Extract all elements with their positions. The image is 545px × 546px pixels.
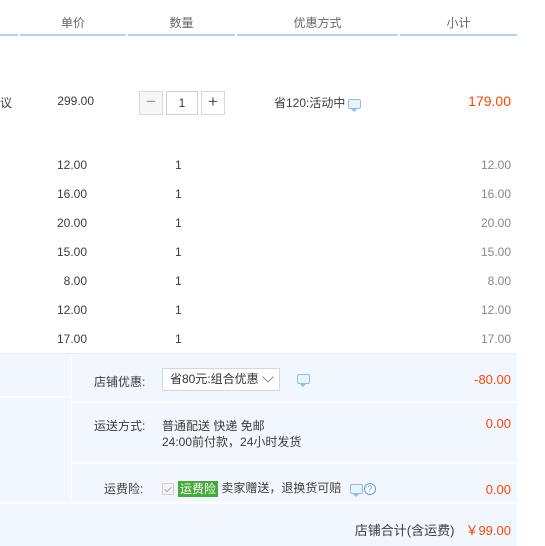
bundle-item-subtotal: 20.00 [480,216,511,230]
quantity-stepper: − 1 + [139,91,225,115]
insurance-text: 卖家赠送，退换货可赔 [221,481,342,495]
insurance-badge: 运费险 [178,480,219,497]
panel-divider [71,462,517,464]
bundle-item-row: 15.00 1 15.00 [0,242,517,262]
bundle-item-row: 12.00 1 12.00 [0,155,517,175]
message-icon[interactable] [349,483,363,497]
bundle-item-row: 20.00 1 20.00 [0,213,517,233]
chevron-down-icon [262,371,274,383]
shop-discount-selected: 省80元:组合优惠 [170,372,259,386]
shop-discount-amount: -80.00 [474,372,511,387]
header-quantity-label: 数量 [169,16,194,30]
bundle-item-row: 12.00 1 12.00 [0,300,517,320]
bundle-item-quantity: 1 [175,274,182,288]
item-name-fragment[interactable]: 议 [0,94,12,111]
bundle-item-price: 12.00 [56,303,87,317]
header-discount-method: 优惠方式 [237,17,398,36]
bundle-item-price: 15.00 [56,245,87,259]
bundle-item-row: 17.00 1 17.00 [0,329,517,349]
panel-divider [0,396,71,398]
bundle-item-quantity: 1 [175,158,182,172]
shop-total: 店铺合计(含运费) ￥99.00 [355,520,511,539]
increase-quantity-button[interactable]: + [201,91,225,115]
shipping-note: 24:00前付款，24小时发货 [162,435,302,449]
shipping-method: 普通配送 快递 免邮 [162,419,265,433]
bundle-item-quantity: 1 [175,303,182,317]
promotion-info: 省120:活动中 [274,94,362,112]
help-icon[interactable]: ? [363,482,376,495]
panel-divider [71,354,72,502]
item-unit-price: 299.00 [57,94,94,108]
header-unit-price: 单价 [20,17,126,36]
header-unit-price-label: 单价 [60,16,85,30]
promotion-text: 省120:活动中 [274,96,346,110]
insurance-label: 运费险: [104,482,144,496]
header-discount-label: 优惠方式 [293,16,342,30]
header-subtotal: 小计 [400,17,517,36]
quantity-input[interactable]: 1 [166,91,198,115]
decrease-quantity-button[interactable]: − [139,91,163,115]
insurance-amount: 0.00 [485,482,511,497]
item-subtotal: 179.00 [468,93,511,109]
message-icon[interactable] [297,374,310,387]
header-quantity: 数量 [128,17,235,36]
shipping-label: 运送方式: [94,419,146,433]
bundle-item-price: 16.00 [56,187,87,201]
bundle-item-subtotal: 17.00 [480,332,511,346]
bundle-item-quantity: 1 [175,332,182,346]
table-header: 单价 数量 优惠方式 小计 [0,0,517,36]
bundle-item-price: 12.00 [56,158,87,172]
message-icon[interactable] [348,98,362,112]
bundle-item-subtotal: 12.00 [480,303,511,317]
cart-item-row: 议 299.00 − 1 + 省120:活动中 179.00 [0,86,517,116]
bundle-item-subtotal: 15.00 [480,245,511,259]
bundle-item-price: 20.00 [56,216,87,230]
shop-total-value: ￥99.00 [465,523,511,538]
bundle-item-price: 17.00 [56,332,87,346]
header-subtotal-label: 小计 [446,16,471,30]
bundle-item-quantity: 1 [175,187,182,201]
insurance-option: 运费险 卖家赠送，退换货可赔 ? [162,479,376,497]
bundle-item-subtotal: 16.00 [480,187,511,201]
bundle-item-subtotal: 8.00 [487,274,511,288]
shop-discount-select[interactable]: 省80元:组合优惠 [162,368,280,391]
bundle-item-quantity: 1 [175,216,182,230]
panel-divider [71,401,517,403]
checkbox-icon[interactable] [162,482,174,495]
shipping-amount: 0.00 [485,416,511,431]
panel-divider [0,502,517,504]
bundle-item-subtotal: 12.00 [480,158,511,172]
shop-total-label: 店铺合计(含运费) [354,523,455,538]
header-col-item [0,17,18,36]
bundle-item-row: 8.00 1 8.00 [0,271,517,291]
bundle-item-quantity: 1 [175,245,182,259]
bundle-item-price: 8.00 [63,274,87,288]
bundle-item-row: 16.00 1 16.00 [0,184,517,204]
shop-discount-label: 店铺优惠: [94,375,146,389]
shop-summary-panel: 店铺优惠: 省80元:组合优惠 -80.00 运送方式: 普通配送 快递 免邮 … [0,353,517,546]
